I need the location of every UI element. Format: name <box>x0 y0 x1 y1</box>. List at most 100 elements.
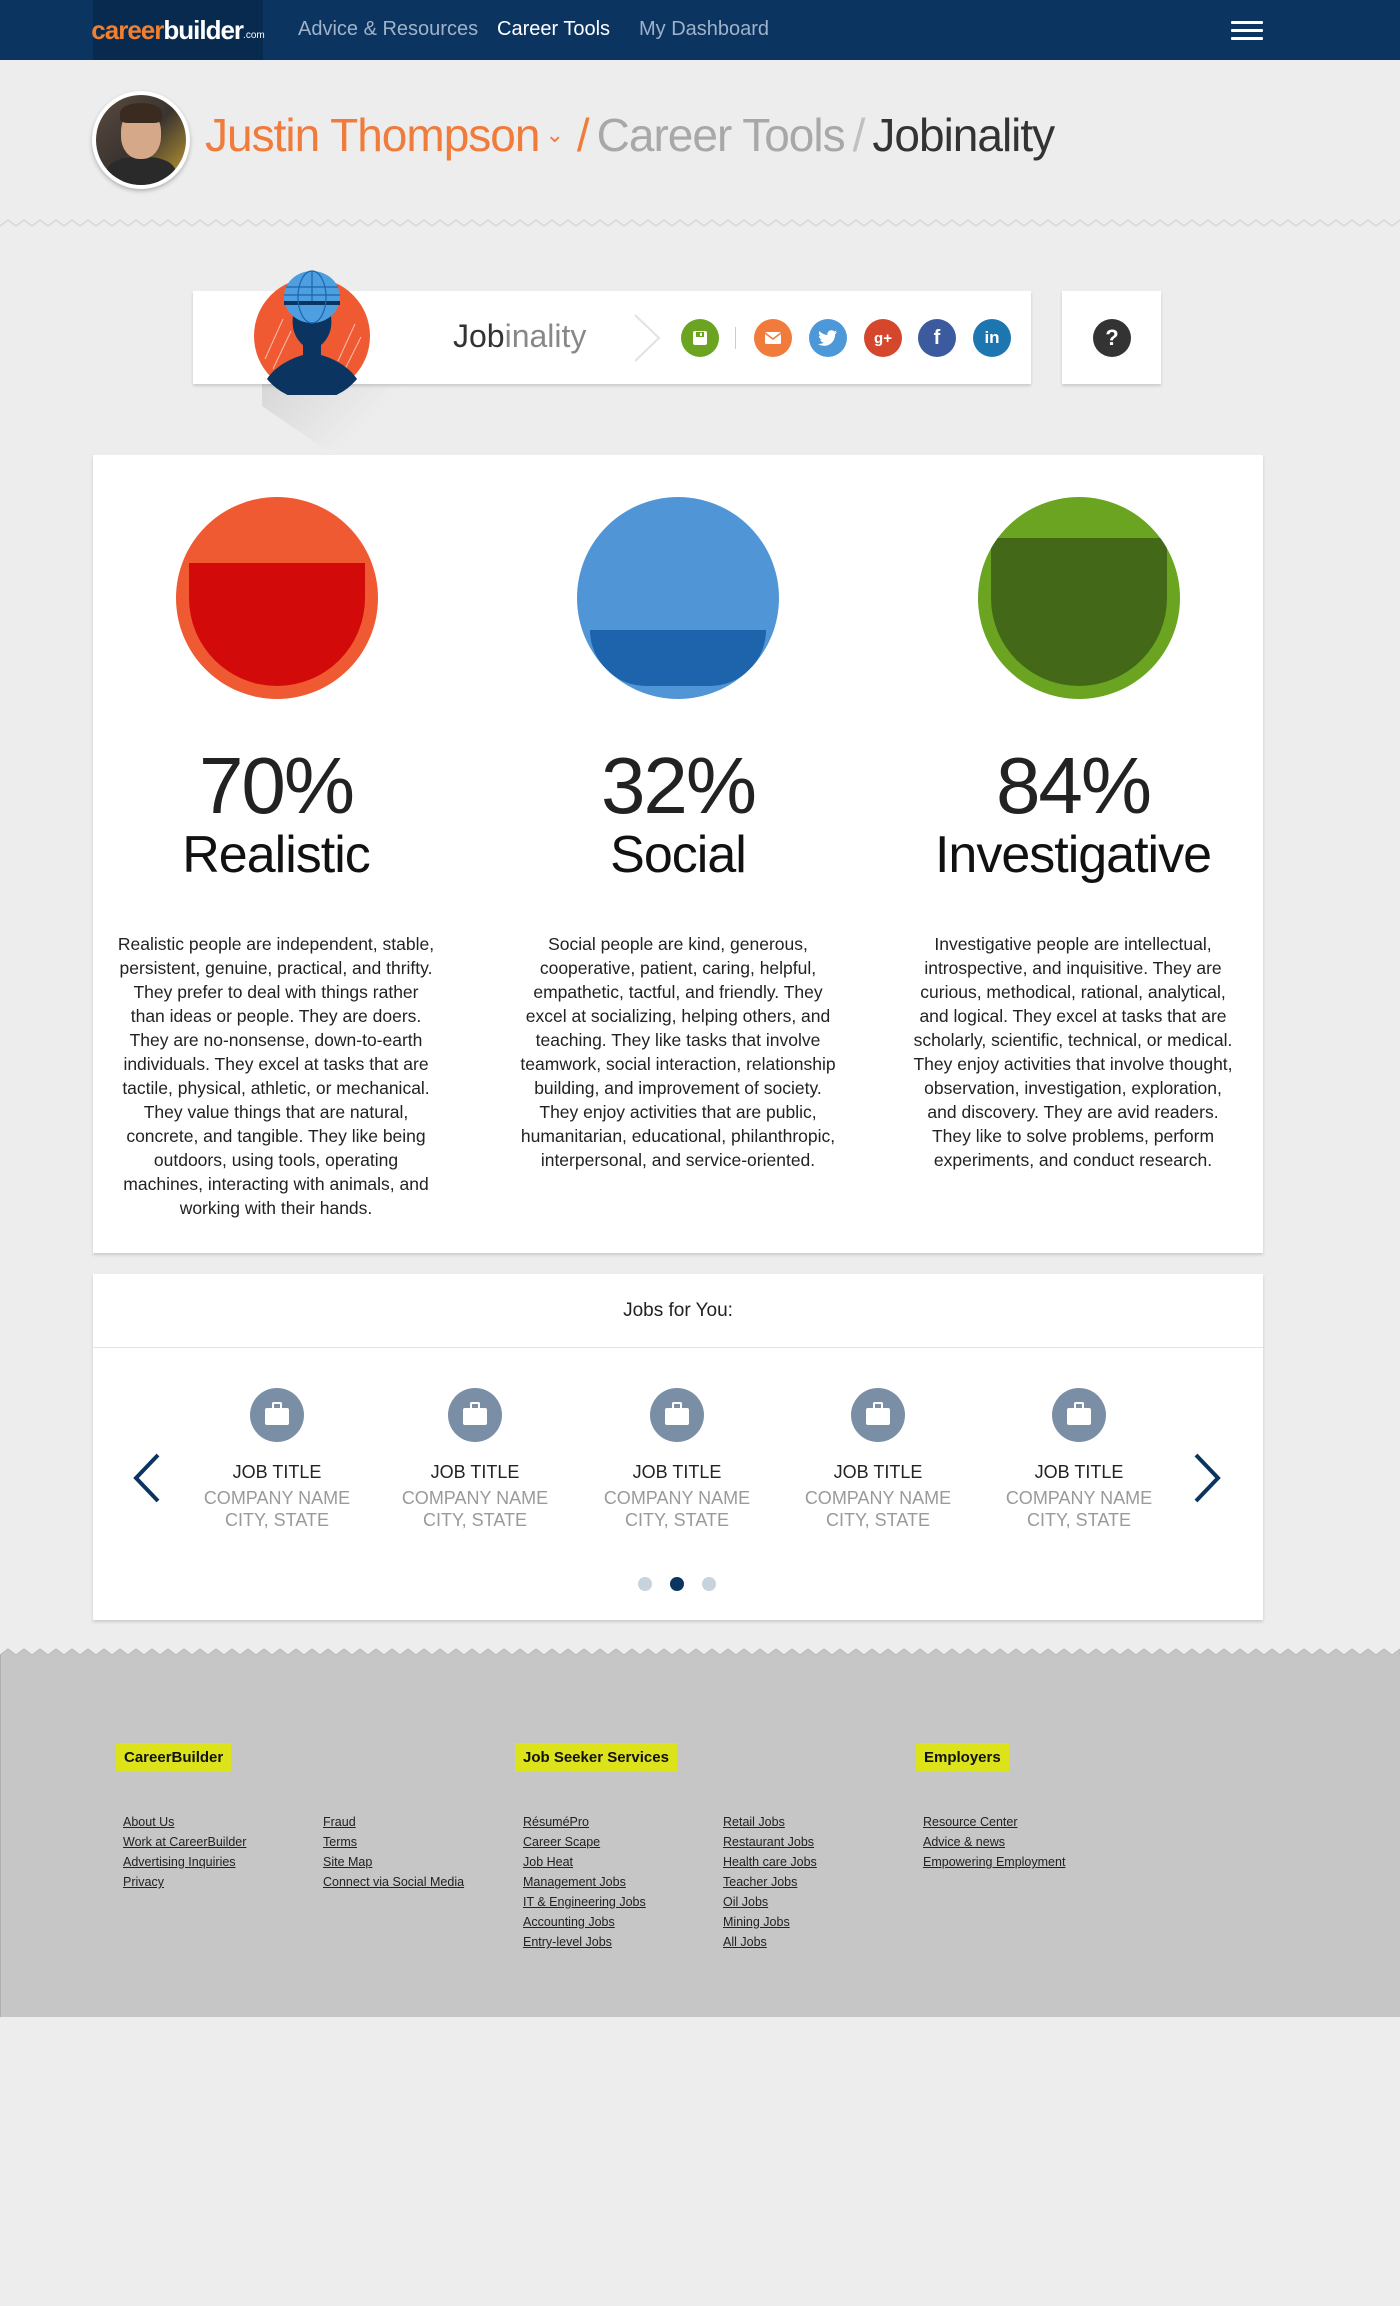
footer-link[interactable]: Site Map <box>323 1852 464 1872</box>
job-company: COMPANY NAME <box>203 1488 351 1508</box>
result-percent: 70% <box>198 741 355 830</box>
nav-advice-resources[interactable]: Advice & Resources <box>298 18 478 41</box>
footer-heading-careerbuilder: CareerBuilder <box>116 1743 232 1772</box>
footer-link[interactable]: Career Scape <box>523 1832 646 1852</box>
job-location: CITY, STATE <box>224 1510 330 1530</box>
carousel-prev-arrow-icon[interactable] <box>132 1452 162 1504</box>
chevron-right-divider-icon <box>634 314 661 362</box>
job-company: COMPANY NAME <box>1005 1488 1153 1508</box>
results-card: 70% Realistic Realistic people are indep… <box>93 455 1263 1253</box>
careerbuilder-logo[interactable]: career builder .com <box>91 0 265 60</box>
help-icon[interactable]: ? <box>1093 319 1131 357</box>
footer: CareerBuilder About Us Work at CareerBui… <box>0 1655 1400 2017</box>
briefcase-icon <box>1052 1388 1106 1442</box>
briefcase-icon <box>851 1388 905 1442</box>
footer-link[interactable]: Oil Jobs <box>723 1892 817 1912</box>
footer-link[interactable]: RésuméPro <box>523 1812 646 1832</box>
google-plus-icon[interactable]: g+ <box>864 319 902 357</box>
job-title[interactable]: JOB TITLE <box>803 1462 953 1483</box>
footer-link[interactable]: Terms <box>323 1832 464 1852</box>
breadcrumb-current: Jobinality <box>872 109 1055 161</box>
job-location: CITY, STATE <box>624 1510 730 1530</box>
job-card[interactable]: JOB TITLE COMPANY NAME CITY, STATE <box>1004 1388 1154 1531</box>
footer-link[interactable]: Health care Jobs <box>723 1852 817 1872</box>
result-gauge <box>577 497 779 699</box>
result-gauge <box>176 497 378 699</box>
footer-link[interactable]: Work at CareerBuilder <box>123 1832 246 1852</box>
job-location: CITY, STATE <box>1026 1510 1132 1530</box>
help-panel: ? <box>1062 291 1161 384</box>
linkedin-icon[interactable]: in <box>973 319 1011 357</box>
job-company: COMPANY NAME <box>603 1488 751 1508</box>
logo-text-builder: builder <box>163 14 244 45</box>
footer-link[interactable]: Job Heat <box>523 1852 646 1872</box>
breadcrumb-user[interactable]: Justin Thompson <box>205 109 540 161</box>
carousel-dot-2[interactable] <box>670 1577 684 1591</box>
footer-heading-employers: Employers <box>916 1743 1009 1772</box>
nav-career-tools[interactable]: Career Tools <box>497 18 610 41</box>
footer-link[interactable]: Entry-level Jobs <box>523 1932 646 1952</box>
job-location: CITY, STATE <box>825 1510 931 1530</box>
chevron-down-icon[interactable]: ⌄ <box>545 122 563 148</box>
logo-text-com: .com <box>243 29 265 41</box>
breadcrumb-career-tools[interactable]: Career Tools <box>597 109 846 161</box>
hamburger-menu-icon[interactable] <box>1231 21 1263 41</box>
breadcrumb-separator: / <box>576 109 590 161</box>
footer-link[interactable]: Privacy <box>123 1872 246 1892</box>
job-company: COMPANY NAME <box>804 1488 952 1508</box>
briefcase-icon <box>448 1388 502 1442</box>
save-icon[interactable] <box>681 319 719 357</box>
jobs-divider <box>93 1347 1263 1348</box>
footer-link[interactable]: All Jobs <box>723 1932 817 1952</box>
footer-heading-job-seeker-services: Job Seeker Services <box>515 1743 677 1772</box>
twitter-icon[interactable] <box>809 319 847 357</box>
footer-links-employers: Resource Center Advice & news Empowering… <box>923 1812 1065 1872</box>
footer-link[interactable]: IT & Engineering Jobs <box>523 1892 646 1912</box>
footer-link[interactable]: Restaurant Jobs <box>723 1832 817 1852</box>
result-description: Social people are kind, generous, cooper… <box>520 934 836 1170</box>
job-title[interactable]: JOB TITLE <box>602 1462 752 1483</box>
carousel-dot-1[interactable] <box>638 1577 652 1591</box>
footer-link[interactable]: Accounting Jobs <box>523 1912 646 1932</box>
result-description: Investigative people are intellectual, i… <box>913 934 1233 1170</box>
job-title[interactable]: JOB TITLE <box>202 1462 352 1483</box>
footer-link[interactable]: Resource Center <box>923 1812 1065 1832</box>
job-card[interactable]: JOB TITLE COMPANY NAME CITY, STATE <box>803 1388 953 1531</box>
footer-links-job-seeker-1: RésuméPro Career Scape Job Heat Manageme… <box>523 1812 646 1952</box>
footer-link[interactable]: Fraud <box>323 1812 464 1832</box>
footer-link[interactable]: Empowering Employment <box>923 1852 1065 1872</box>
result-gauge <box>978 497 1180 699</box>
result-trait: Investigative <box>934 826 1212 884</box>
footer-link[interactable]: Management Jobs <box>523 1872 646 1892</box>
top-navbar: career builder .com Advice & Resources Car… <box>0 0 1400 60</box>
footer-link[interactable]: Advertising Inquiries <box>123 1852 246 1872</box>
logo-text-career: career <box>91 14 164 45</box>
footer-link[interactable]: Retail Jobs <box>723 1812 817 1832</box>
result-trait: Social <box>610 826 747 884</box>
footer-link[interactable]: About Us <box>123 1812 246 1832</box>
email-icon[interactable] <box>754 319 792 357</box>
footer-link[interactable]: Connect via Social Media <box>323 1872 464 1892</box>
avatar[interactable] <box>92 91 190 189</box>
nav-my-dashboard[interactable]: My Dashboard <box>639 18 769 41</box>
carousel-next-arrow-icon[interactable] <box>1192 1452 1222 1504</box>
briefcase-icon <box>650 1388 704 1442</box>
job-title[interactable]: JOB TITLE <box>1004 1462 1154 1483</box>
job-card[interactable]: JOB TITLE COMPANY NAME CITY, STATE <box>202 1388 352 1531</box>
footer-links-careerbuilder-1: About Us Work at CareerBuilder Advertisi… <box>123 1812 246 1892</box>
footer-links-job-seeker-2: Retail Jobs Restaurant Jobs Health care … <box>723 1812 817 1952</box>
job-title[interactable]: JOB TITLE <box>400 1462 550 1483</box>
job-card[interactable]: JOB TITLE COMPANY NAME CITY, STATE <box>602 1388 752 1531</box>
briefcase-icon <box>250 1388 304 1442</box>
facebook-icon[interactable]: f <box>918 319 956 357</box>
result-percent: 32% <box>600 741 757 830</box>
footer-link[interactable]: Mining Jobs <box>723 1912 817 1932</box>
job-company: COMPANY NAME <box>401 1488 549 1508</box>
jobinality-person-icon <box>254 270 370 395</box>
tool-title: Jobinality <box>453 318 586 355</box>
footer-link[interactable]: Advice & news <box>923 1832 1065 1852</box>
job-card[interactable]: JOB TITLE COMPANY NAME CITY, STATE <box>400 1388 550 1531</box>
jobs-title: Jobs for You: <box>623 1300 733 1321</box>
carousel-dot-3[interactable] <box>702 1577 716 1591</box>
footer-link[interactable]: Teacher Jobs <box>723 1872 817 1892</box>
